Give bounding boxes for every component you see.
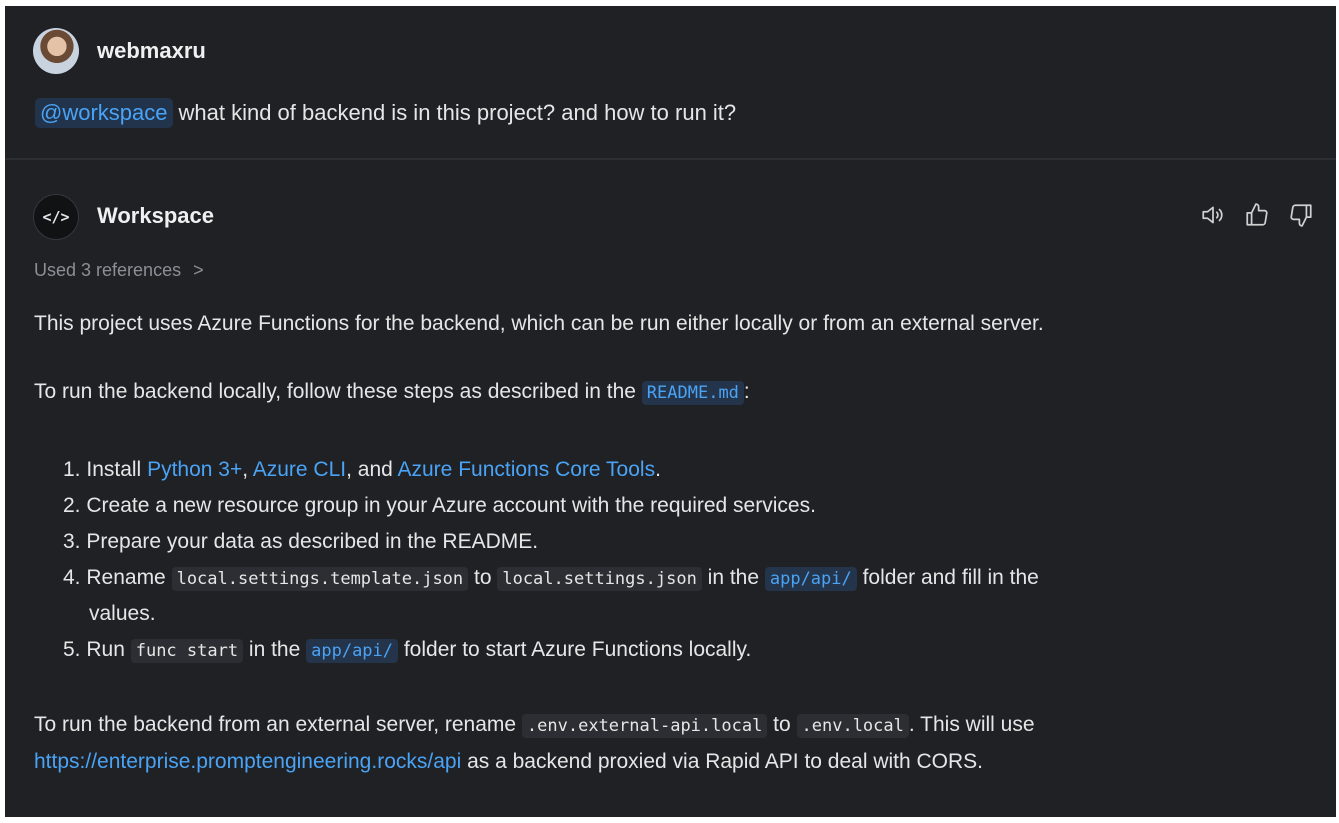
chat-panel: webmaxru @workspace what kind of backend …	[5, 6, 1336, 817]
step-number: 3.	[63, 530, 81, 553]
list-item: 1. Install Python 3+, Azure CLI, and Azu…	[63, 452, 1039, 488]
env-external-file: .env.external-api.local	[521, 714, 768, 738]
external-text: To run the backend from an external serv…	[34, 713, 522, 736]
step-text: , and	[346, 458, 398, 481]
step-number: 4.	[63, 566, 81, 589]
external-server-paragraph: To run the backend from an external serv…	[34, 707, 1035, 780]
step-text: Install	[86, 458, 148, 481]
azure-functions-core-tools-link[interactable]: Azure Functions Core Tools	[398, 458, 656, 481]
step-text: in the	[701, 566, 765, 589]
thumbs-down-icon	[1290, 204, 1312, 227]
chevron-right-icon: >	[193, 260, 204, 280]
local-intro-text: To run the backend locally, follow these…	[34, 380, 642, 403]
external-api-link[interactable]: https://enterprise.promptengineering.roc…	[34, 750, 461, 773]
env-local-file: .env.local	[796, 714, 909, 738]
step-text: .	[655, 458, 661, 481]
external-text: to	[767, 713, 797, 736]
unhelpful-button[interactable]	[1286, 200, 1316, 230]
user-message: @workspace what kind of backend is in thi…	[35, 98, 736, 128]
user-avatar	[33, 28, 79, 74]
step-text: Prepare your data as described in the RE…	[86, 530, 539, 553]
list-item: 5. Run func start in the app/api/ folder…	[63, 632, 1039, 668]
step-number: 2.	[63, 494, 81, 517]
user-message-text: what kind of backend is in this project?…	[178, 100, 737, 125]
step-number: 1.	[63, 458, 81, 481]
external-line-1: To run the backend from an external serv…	[34, 707, 1035, 744]
references-label: Used 3 references	[34, 260, 182, 280]
response-intro: This project uses Azure Functions for th…	[34, 312, 1044, 335]
code-icon: </>	[33, 194, 79, 240]
step-text: Run	[86, 638, 131, 661]
step-text: ,	[242, 458, 253, 481]
section-divider	[5, 158, 1336, 160]
python-link[interactable]: Python 3+	[147, 458, 242, 481]
list-item: 4. Rename local.settings.template.json t…	[63, 560, 1039, 596]
steps-list: 1. Install Python 3+, Azure CLI, and Azu…	[63, 452, 1039, 668]
step-text: Rename	[86, 566, 172, 589]
helpful-button[interactable]	[1242, 200, 1272, 230]
external-line-2: https://enterprise.promptengineering.roc…	[34, 744, 1035, 780]
step-text: folder to start Azure Functions locally.	[398, 638, 752, 661]
response-actions	[1198, 200, 1316, 230]
local-run-intro: To run the backend locally, follow these…	[34, 380, 750, 405]
step-text: in the	[243, 638, 307, 661]
step-text: folder and fill in the	[856, 566, 1039, 589]
settings-file: local.settings.json	[497, 567, 702, 591]
list-item: 2. Create a new resource group in your A…	[63, 488, 1039, 524]
assistant-name: Workspace	[97, 203, 214, 228]
speaker-icon	[1202, 206, 1223, 224]
list-item-continuation: values.	[89, 602, 156, 625]
references-toggle[interactable]: Used 3 references >	[34, 260, 204, 281]
template-settings-file: local.settings.template.json	[171, 567, 469, 591]
api-folder-reference[interactable]: app/api/	[764, 567, 857, 591]
step-number: 5.	[63, 638, 81, 661]
azure-cli-link[interactable]: Azure CLI	[253, 458, 346, 481]
user-name: webmaxru	[97, 38, 206, 63]
step-text: to	[468, 566, 498, 589]
func-start-command: func start	[130, 639, 244, 663]
external-text: . This will use	[908, 713, 1035, 736]
thumbs-up-icon	[1246, 203, 1268, 226]
external-text: as a backend proxied via Rapid API to de…	[461, 750, 984, 773]
api-folder-reference[interactable]: app/api/	[306, 639, 399, 663]
user-message-section: webmaxru @workspace what kind of backend …	[5, 6, 1336, 158]
workspace-mention-chip[interactable]: @workspace	[35, 98, 173, 128]
readme-file-reference[interactable]: README.md	[641, 381, 744, 405]
list-item: 3. Prepare your data as described in the…	[63, 524, 1039, 560]
local-intro-suffix: :	[743, 380, 750, 403]
read-aloud-button[interactable]	[1198, 200, 1228, 230]
step-text: Create a new resource group in your Azur…	[86, 494, 816, 517]
